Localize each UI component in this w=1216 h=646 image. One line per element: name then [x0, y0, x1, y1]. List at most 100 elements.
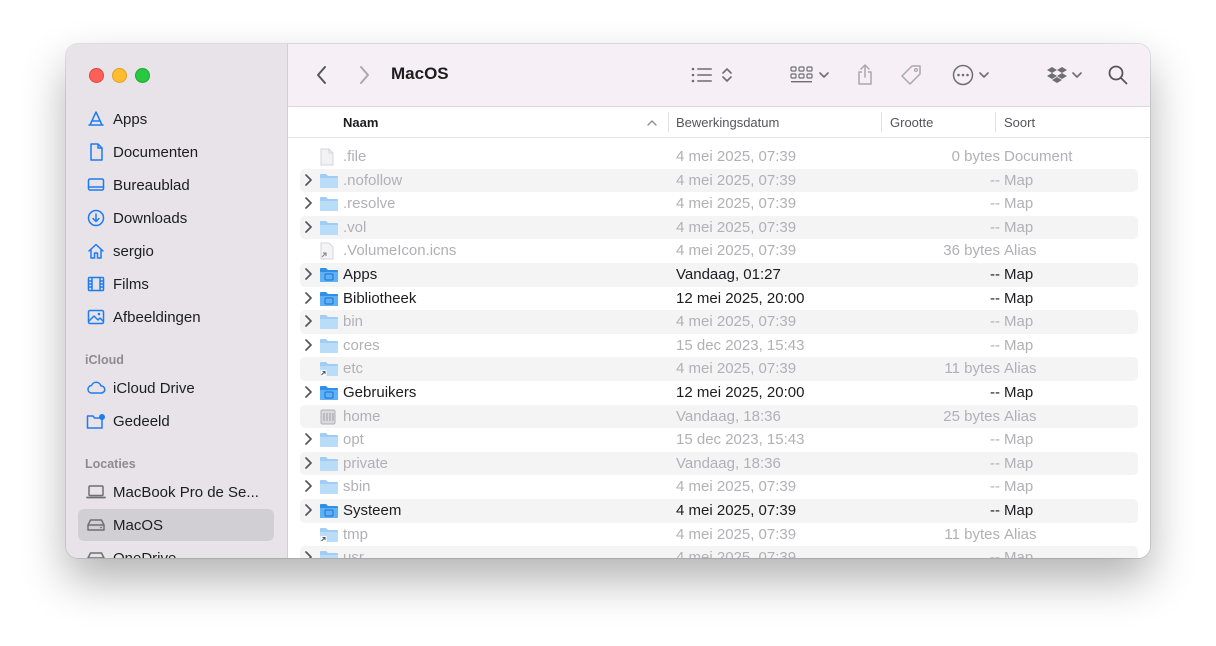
folder-icon	[319, 313, 339, 331]
back-button[interactable]	[312, 63, 332, 87]
close-window-button[interactable]	[89, 68, 104, 83]
disclosure-chevron-icon[interactable]	[303, 432, 317, 448]
disclosure-chevron-icon[interactable]	[303, 550, 317, 558]
sidebar-item-documenten[interactable]: Documenten	[78, 136, 274, 168]
disclosure-chevron-icon[interactable]	[303, 173, 317, 189]
file-kind: Map	[1004, 313, 1034, 331]
sidebar-item-macos[interactable]: MacOS	[78, 509, 274, 541]
file-name: etc	[343, 360, 364, 378]
forward-button[interactable]	[354, 63, 374, 87]
list-view-icon	[691, 67, 712, 83]
sidebar-item-onedrive[interactable]: OneDrive	[78, 542, 274, 558]
file-size: --	[990, 313, 1000, 331]
column-date-header[interactable]: Bewerkingsdatum	[676, 115, 779, 130]
folder-icon	[319, 431, 339, 449]
file-date: 4 mei 2025, 07:39	[676, 549, 797, 558]
file-date: Vandaag, 18:36	[676, 454, 781, 472]
file-kind: Map	[1004, 478, 1034, 496]
sidebar-item-label: Documenten	[113, 143, 199, 161]
file-date: 4 mei 2025, 07:39	[676, 313, 797, 331]
file-row[interactable]: Gebruikers 12 mei 2025, 20:00 -- Map	[300, 381, 1138, 405]
file-row[interactable]: private Vandaag, 18:36 -- Map	[300, 451, 1138, 476]
minimize-window-button[interactable]	[112, 68, 127, 83]
group-button[interactable]	[786, 63, 832, 87]
column-name-header[interactable]: Naam	[343, 115, 378, 130]
file-name: opt	[343, 431, 364, 449]
disclosure-chevron-icon[interactable]	[303, 196, 317, 212]
sidebar-item-downloads[interactable]: Downloads	[78, 202, 274, 234]
file-name: .vol	[343, 218, 367, 236]
file-row[interactable]: etc 4 mei 2025, 07:39 11 bytes Alias	[300, 357, 1138, 381]
chevron-left-icon	[317, 66, 326, 84]
file-date: 12 mei 2025, 20:00	[676, 383, 805, 401]
file-row[interactable]: bin 4 mei 2025, 07:39 -- Map	[300, 310, 1138, 334]
file-rows: .file 4 mei 2025, 07:39 0 bytes Document .no…	[300, 145, 1138, 558]
disclosure-chevron-icon[interactable]	[303, 503, 317, 519]
sidebar-item-apps[interactable]: Apps	[78, 103, 274, 135]
sidebar-item-macbook-pro-de-se[interactable]: MacBook Pro de Se...	[78, 476, 274, 508]
chevron-down-icon	[978, 72, 989, 78]
disclosure-chevron-icon[interactable]	[303, 220, 317, 236]
file-row[interactable]: home Vandaag, 18:36 25 bytes Alias	[300, 404, 1138, 429]
sidebar: Apps Documenten Bureaublad Downloads sergio F…	[66, 44, 288, 558]
file-row[interactable]: sbin 4 mei 2025, 07:39 -- Map	[300, 475, 1138, 499]
dropbox-button[interactable]	[1044, 63, 1084, 87]
column-size-header[interactable]: Grootte	[890, 115, 933, 130]
file-row[interactable]: cores 15 dec 2023, 15:43 -- Map	[300, 334, 1138, 358]
file-row[interactable]: .vol 4 mei 2025, 07:39 -- Map	[300, 215, 1138, 240]
disclosure-chevron-icon[interactable]	[303, 267, 317, 283]
sidebar-item-label: Apps	[113, 110, 148, 128]
file-name: home	[343, 407, 381, 425]
file-row[interactable]: .file 4 mei 2025, 07:39 0 bytes Document	[300, 145, 1138, 169]
column-divider[interactable]	[668, 112, 669, 132]
file-kind: Alias	[1004, 407, 1037, 425]
file-row[interactable]: .VolumeIcon.icns 4 mei 2025, 07:39 36 byte…	[300, 239, 1138, 263]
file-row[interactable]: tmp 4 mei 2025, 07:39 11 bytes Alias	[300, 523, 1138, 547]
disclosure-chevron-icon[interactable]	[303, 456, 317, 472]
sidebar-item-afbeeldingen[interactable]: Afbeeldingen	[78, 301, 274, 333]
column-divider[interactable]	[995, 112, 996, 132]
sidebar-item-gedeeld[interactable]: Gedeeld	[78, 405, 274, 437]
file-size: --	[990, 336, 1000, 354]
file-kind: Map	[1004, 289, 1034, 307]
share-button[interactable]	[854, 63, 876, 87]
tag-button[interactable]	[898, 63, 924, 87]
file-row[interactable]: Bibliotheek 12 mei 2025, 20:00 -- Map	[300, 287, 1138, 311]
column-divider[interactable]	[881, 112, 882, 132]
more-actions-button[interactable]	[948, 63, 992, 87]
disclosure-chevron-icon[interactable]	[303, 479, 317, 495]
share-icon	[858, 64, 872, 85]
file-name: sbin	[343, 478, 371, 496]
column-kind-header[interactable]: Soort	[1004, 115, 1035, 130]
file-size: 11 bytes	[944, 525, 1000, 543]
disclosure-chevron-icon[interactable]	[303, 314, 317, 330]
disclosure-chevron-icon[interactable]	[303, 385, 317, 401]
file-row[interactable]: usr 4 mei 2025, 07:39 -- Map	[300, 546, 1138, 558]
disclosure-chevron-icon[interactable]	[303, 291, 317, 307]
grid-group-icon	[789, 66, 813, 83]
file-name: Apps	[343, 265, 378, 283]
file-date: 4 mei 2025, 07:39	[676, 242, 797, 260]
sidebar-item-films[interactable]: Films	[78, 268, 274, 300]
file-kind: Map	[1004, 195, 1034, 213]
file-row[interactable]: opt 15 dec 2023, 15:43 -- Map	[300, 428, 1138, 452]
sidebar-item-bureaublad[interactable]: Bureaublad	[78, 169, 274, 201]
sidebar-item-sergio[interactable]: sergio	[78, 235, 274, 267]
view-mode-button[interactable]	[688, 63, 736, 87]
file-row[interactable]: .resolve 4 mei 2025, 07:39 -- Map	[300, 192, 1138, 216]
disclosure-chevron-icon[interactable]	[303, 338, 317, 354]
file-size: --	[990, 383, 1000, 401]
file-date: 4 mei 2025, 07:39	[676, 171, 797, 189]
special-folder-icon	[319, 384, 339, 402]
cloud-icon	[86, 378, 106, 398]
sidebar-item-icloud-drive[interactable]: iCloud Drive	[78, 372, 274, 404]
file-size: --	[990, 501, 1000, 519]
search-button[interactable]	[1106, 63, 1130, 87]
file-name: cores	[343, 336, 380, 354]
file-row[interactable]: Apps Vandaag, 01:27 -- Map	[300, 262, 1138, 287]
file-row[interactable]: .nofollow 4 mei 2025, 07:39 -- Map	[300, 168, 1138, 193]
file-row[interactable]: Systeem 4 mei 2025, 07:39 -- Map	[300, 498, 1138, 523]
zoom-window-button[interactable]	[135, 68, 150, 83]
film-icon	[86, 274, 106, 294]
file-size: --	[990, 218, 1000, 236]
